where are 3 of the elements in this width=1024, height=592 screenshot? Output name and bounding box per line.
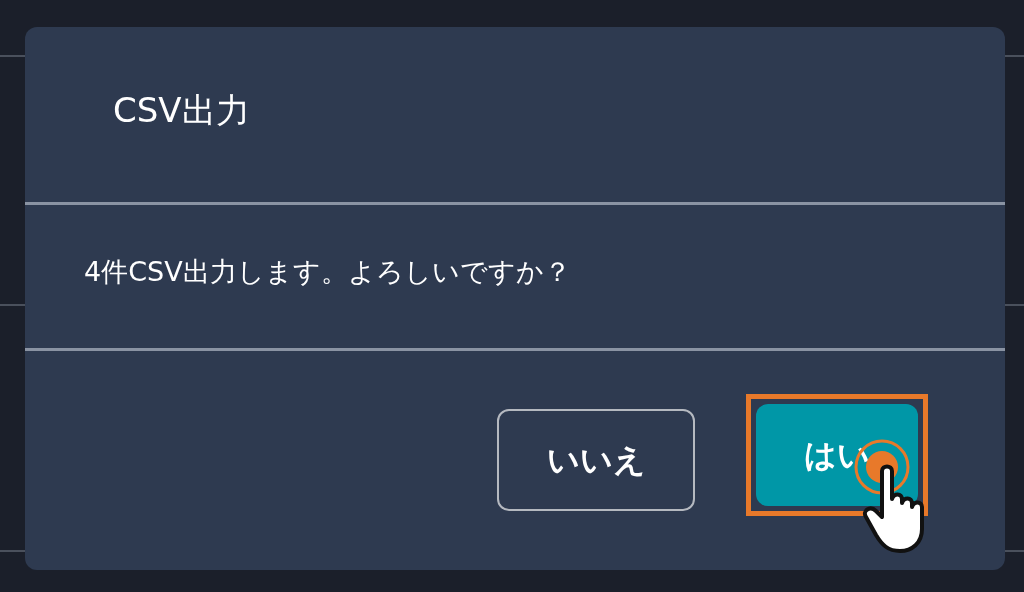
cancel-button[interactable]: いいえ xyxy=(497,409,695,511)
dialog-message: 4件CSV出力します。よろしいですか？ xyxy=(84,255,571,290)
dialog-title: CSV出力 xyxy=(113,89,250,132)
